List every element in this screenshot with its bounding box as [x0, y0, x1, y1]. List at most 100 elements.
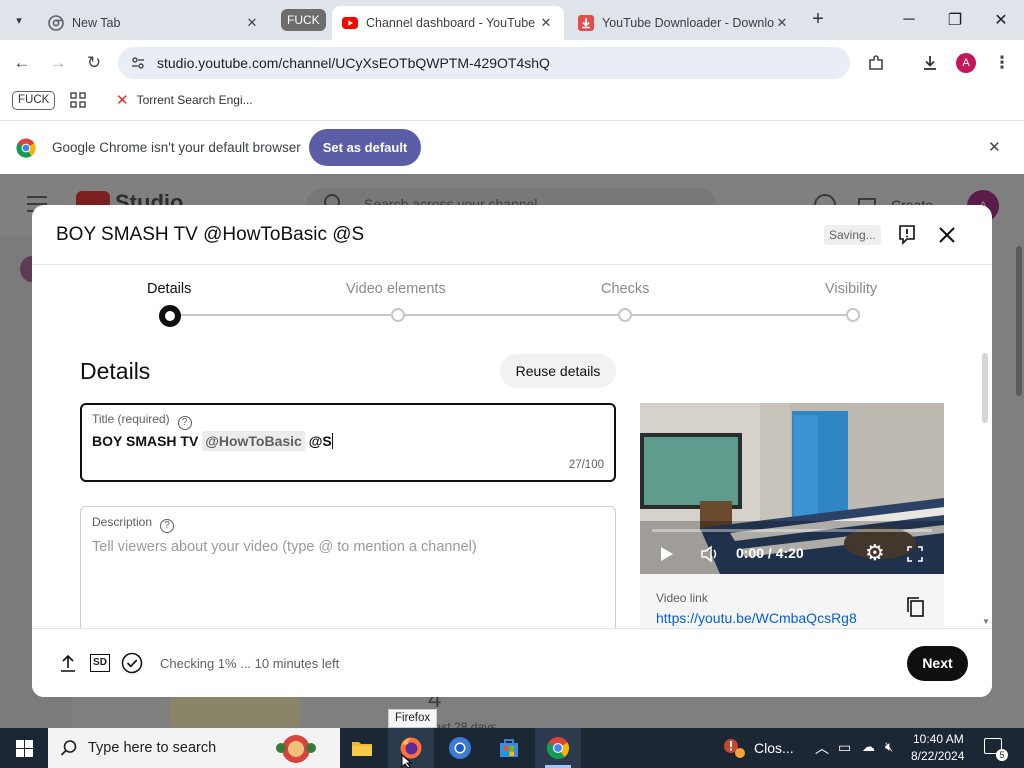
step-checks[interactable]: Checks	[601, 281, 649, 297]
search-icon	[60, 740, 77, 756]
close-dialog-icon[interactable]	[938, 226, 956, 244]
close-window-button[interactable]: ✕	[978, 0, 1024, 40]
tab-channel-dashboard[interactable]: Channel dashboard - YouTube ✕	[332, 6, 564, 40]
set-as-default-button[interactable]: Set as default	[309, 129, 421, 166]
site-info-icon[interactable]	[130, 55, 146, 71]
bookmark-label: Torrent Search Engi...	[136, 93, 253, 107]
restore-button[interactable]: ❐	[932, 0, 978, 40]
address-bar[interactable]: studio.youtube.com/channel/UCyXsEOTbQWPT…	[118, 47, 850, 79]
volume-icon[interactable]	[700, 545, 720, 563]
clock-time[interactable]: 10:40 AM	[913, 732, 964, 746]
chrome-logo-icon	[16, 138, 36, 158]
card-caption: Last 28 days	[428, 720, 497, 728]
upload-icon[interactable]	[60, 654, 76, 672]
file-explorer-app[interactable]	[339, 728, 385, 768]
copy-icon[interactable]	[906, 596, 926, 618]
chrome-blue-icon	[449, 737, 471, 759]
windows-start-icon[interactable]	[16, 740, 33, 757]
section-title: Details	[80, 358, 151, 384]
title-input-value[interactable]: BOY SMASH TV @HowToBasic @S	[92, 431, 333, 451]
notification-count: 5	[996, 749, 1008, 761]
dialog-scrollbar[interactable]	[982, 353, 988, 423]
taskbar-search-box[interactable]: Type here to search	[48, 728, 340, 768]
reload-icon[interactable]: ↻	[81, 50, 107, 76]
description-field[interactable]: Description? Tell viewers about your vid…	[80, 506, 616, 646]
clock-date[interactable]: 8/22/2024	[911, 749, 964, 763]
default-browser-infobar: Google Chrome isn't your default browser…	[0, 120, 1024, 174]
firefox-tooltip: Firefox	[388, 709, 438, 728]
close-tab-icon[interactable]: ✕	[538, 15, 554, 31]
volume-muted-icon[interactable]: 🔇︎	[885, 739, 893, 755]
scroll-down-arrow[interactable]: ▼	[982, 617, 990, 626]
profile-avatar[interactable]: A	[956, 53, 976, 73]
extensions-icon[interactable]	[863, 50, 889, 76]
bookmark-group-chip[interactable]: FUCK	[12, 91, 56, 110]
dialog-header: BOY SMASH TV @HowToBasic @S Saving...	[32, 205, 992, 265]
video-progress-bar[interactable]	[652, 529, 932, 532]
taskbar-search-placeholder: Type here to search	[88, 740, 217, 756]
title-field-label: Title (required)?	[92, 412, 192, 430]
stepper-line	[170, 314, 854, 316]
step-dot-checks[interactable]	[618, 308, 632, 322]
title-field[interactable]: Title (required)? BOY SMASH TV @HowToBas…	[80, 403, 616, 482]
weather-alert-icon	[724, 739, 745, 758]
video-preview[interactable]: 0:00 / 4:20 ⚙	[640, 403, 944, 574]
tab-title: New Tab	[72, 16, 121, 30]
step-dot-video-elements[interactable]	[391, 308, 405, 322]
weather-widget[interactable]: Clos...	[722, 737, 794, 759]
new-tab-button[interactable]: +	[806, 8, 830, 32]
step-video-elements[interactable]: Video elements	[346, 281, 446, 297]
close-tab-icon[interactable]: ✕	[774, 15, 790, 31]
text-cursor	[331, 433, 333, 449]
tray-chevron-icon[interactable]: ︿	[815, 738, 829, 758]
back-icon[interactable]: ←	[9, 50, 35, 76]
feedback-flag-icon[interactable]	[898, 225, 916, 245]
bookmark-torrent-search[interactable]: ✕ Torrent Search Engi...	[116, 92, 253, 109]
help-icon[interactable]: ?	[177, 416, 192, 430]
settings-gear-icon[interactable]: ⚙	[865, 540, 885, 566]
close-infobar-icon[interactable]: ✕	[988, 138, 1001, 156]
chrome-icon	[547, 737, 570, 760]
tab-title: Channel dashboard - YouTube	[366, 16, 536, 30]
sd-quality-badge[interactable]: SD	[90, 654, 110, 672]
tab-search-button[interactable]: ▾	[8, 9, 30, 31]
youtube-icon	[342, 17, 358, 29]
step-details[interactable]: Details	[147, 281, 191, 297]
close-tab-icon[interactable]: ✕	[244, 15, 260, 31]
forward-icon[interactable]: →	[45, 50, 71, 76]
reuse-details-button[interactable]: Reuse details	[500, 354, 616, 388]
download-icon[interactable]	[917, 50, 943, 76]
next-button[interactable]: Next	[907, 646, 968, 681]
help-icon[interactable]: ?	[160, 519, 175, 533]
video-link-label: Video link	[656, 591, 708, 605]
tab-youtube-downloader[interactable]: YouTube Downloader - Downlo ✕	[568, 6, 800, 40]
checks-status-icon[interactable]	[121, 652, 143, 674]
step-dot-visibility[interactable]	[846, 308, 860, 322]
windows-taskbar: Type here to search Clos... ︿ ▭ ☁ 🔇︎ 10:…	[0, 728, 1024, 768]
microsoft-store-app[interactable]	[486, 728, 532, 768]
chrome-app[interactable]	[535, 728, 581, 768]
tab-strip: ▾ New Tab ✕ FUCK Channel dashboard - You…	[0, 0, 1024, 40]
apps-grid-icon[interactable]	[70, 92, 86, 108]
mouse-cursor	[401, 754, 413, 768]
step-visibility[interactable]: Visibility	[825, 281, 877, 297]
upload-details-dialog: BOY SMASH TV @HowToBasic @S Saving... De…	[32, 205, 992, 697]
browser-menu-icon[interactable]: ⋮	[989, 50, 1015, 76]
minimize-button[interactable]: ─	[886, 0, 932, 40]
video-link[interactable]: https://youtu.be/WCmbaQcsRg8	[656, 610, 857, 626]
tab-group-chip[interactable]: FUCK	[281, 9, 326, 31]
search-highlight-illustration	[274, 731, 318, 765]
saving-badge: Saving...	[824, 225, 881, 245]
description-placeholder: Tell viewers about your video (type @ to…	[92, 539, 477, 555]
x-icon: ✕	[116, 92, 129, 109]
dialog-footer: SD Checking 1% ... 10 minutes left Next	[32, 628, 992, 697]
play-icon[interactable]	[660, 546, 674, 562]
onedrive-sync-icon[interactable]: ☁	[862, 739, 875, 755]
fullscreen-icon[interactable]	[907, 546, 923, 562]
network-icon[interactable]: ▭	[838, 739, 851, 756]
tab-new-tab[interactable]: New Tab ✕	[38, 6, 270, 40]
checking-status: Checking 1% ... 10 minutes left	[160, 656, 340, 671]
folder-icon	[352, 742, 372, 756]
step-dot-details[interactable]	[159, 305, 181, 327]
chrome-app-secondary[interactable]	[437, 728, 483, 768]
